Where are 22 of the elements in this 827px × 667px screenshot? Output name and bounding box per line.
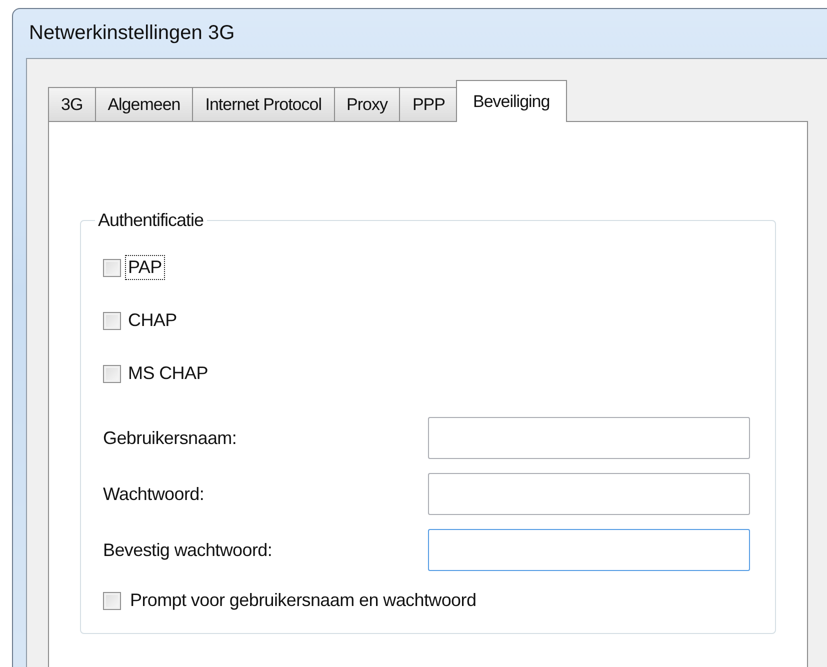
tab[interactable]: Proxy <box>334 87 400 121</box>
group-title: Authentificatie <box>97 210 205 231</box>
tab[interactable]: 3G <box>48 87 96 121</box>
checkbox[interactable] <box>103 312 121 330</box>
checkbox-label[interactable]: MS CHAP <box>125 361 211 386</box>
checkbox-label[interactable]: PAP <box>125 255 165 280</box>
field-label: Wachtwoord: <box>103 484 206 504</box>
tab[interactable]: Beveiliging <box>456 80 567 122</box>
checkbox-label[interactable]: CHAP <box>125 308 180 333</box>
tab[interactable]: Internet Protocol <box>192 87 334 121</box>
checkbox-label[interactable]: Prompt voor gebruikersnaam en wachtwoord <box>127 588 480 613</box>
input-field[interactable] <box>428 473 750 515</box>
field-label: Gebruikersnaam: <box>103 428 238 448</box>
tab[interactable]: PPP <box>399 87 458 121</box>
tab[interactable]: Algemeen <box>94 87 194 121</box>
checkbox[interactable] <box>103 258 121 276</box>
input-field[interactable] <box>428 529 750 571</box>
checkbox[interactable] <box>103 592 121 610</box>
window-title: Netwerkinstellingen 3G <box>28 21 236 46</box>
checkbox[interactable] <box>103 364 121 382</box>
input-field[interactable] <box>428 417 750 459</box>
field-label: Bevestig wachtwoord: <box>103 540 274 560</box>
